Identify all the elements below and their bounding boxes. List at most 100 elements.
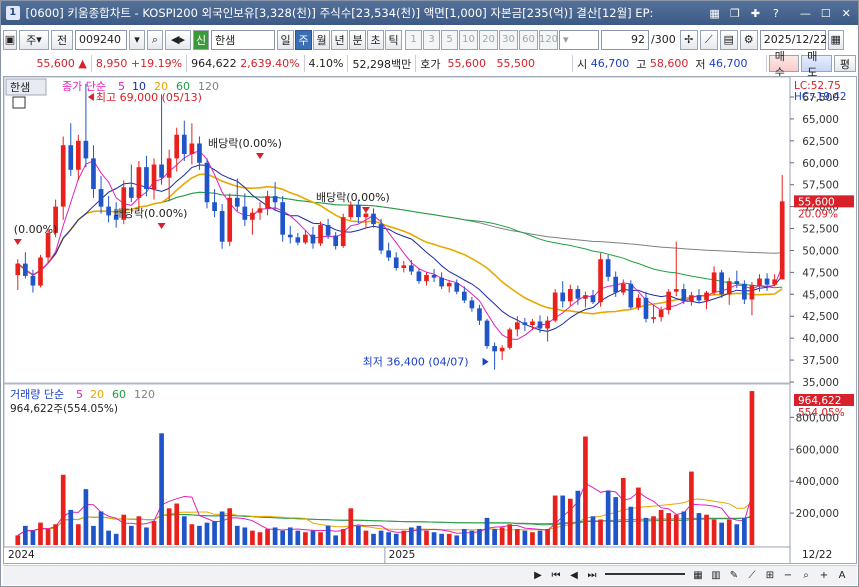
interval-button-3[interactable]: 3 (423, 29, 440, 50)
sell-button[interactable]: 매도 (801, 50, 832, 79)
interval-button-30[interactable]: 30 (499, 29, 518, 50)
trend-line-icon[interactable]: ⟋ (699, 29, 718, 50)
layout-icon[interactable]: ▣ (3, 29, 17, 50)
candle-body (742, 283, 747, 300)
prev-button[interactable]: 전 (51, 29, 73, 50)
period-tab-4[interactable]: 분 (349, 29, 366, 50)
scroll-right-icon[interactable]: ▶ (531, 569, 545, 583)
font-size-icon[interactable]: A (835, 569, 849, 583)
calendar-icon[interactable]: ▦ (827, 29, 844, 50)
stock-name-field[interactable]: 한샘 (211, 29, 275, 50)
eval-button[interactable]: 평 (833, 55, 856, 72)
volume-bar (242, 527, 248, 545)
candle-body (144, 167, 149, 190)
ask-price: 55,600 (447, 57, 486, 70)
zoom-out-icon[interactable]: − (781, 569, 795, 583)
volume-bar (212, 521, 217, 545)
window-list-icon[interactable]: ▦ (707, 5, 722, 21)
candle-body (181, 134, 187, 154)
interval-custom-select[interactable]: ▾ (559, 29, 599, 50)
layout-grid-icon[interactable]: ▦ (691, 569, 705, 583)
candle-body (666, 291, 672, 311)
close-icon[interactable]: ✕ (839, 5, 854, 21)
pin-icon[interactable]: ✚ (748, 5, 763, 21)
help-icon[interactable]: ? (768, 5, 783, 21)
volume-pct: 2,639.40% (240, 57, 300, 70)
interval-button-60[interactable]: 60 (519, 29, 538, 50)
candle-body (257, 208, 263, 213)
scroll-track[interactable] (605, 572, 685, 579)
scroll-first-icon[interactable]: ⏮ (549, 569, 563, 583)
candle-body (189, 143, 195, 154)
maximize-icon[interactable]: ☐ (818, 5, 833, 21)
candle-body (333, 235, 339, 247)
crosshair-icon[interactable]: ✢ (679, 29, 698, 50)
candle-body (772, 279, 777, 285)
search-icon[interactable]: ⌕ (147, 29, 163, 50)
stock-type-select[interactable]: 주 ▾ (19, 29, 49, 50)
volume-bar (643, 517, 649, 545)
period-tabs: 일주월년분초틱 (277, 29, 403, 50)
scroll-last-icon[interactable]: ⏭ (585, 569, 599, 583)
candle-body (545, 320, 550, 329)
scroll-prev-icon[interactable]: ◀ (567, 569, 581, 583)
price-tick-label: 42,500 (802, 311, 839, 323)
restore-icon[interactable]: ❐ (727, 5, 742, 21)
volume-bar (393, 533, 399, 545)
last-volume-label: 964,622 (798, 395, 841, 407)
volume-bar (431, 532, 437, 545)
volume-bar (719, 522, 725, 545)
period-tab-5[interactable]: 초 (367, 29, 384, 50)
draw-icon[interactable]: ⟋ (745, 569, 759, 583)
interval-button-20[interactable]: 20 (479, 29, 498, 50)
app-icon: 1 (6, 6, 20, 20)
layout-split-icon[interactable]: ▥ (709, 569, 723, 583)
volume-bar (166, 508, 172, 545)
date-input[interactable]: 2025/12/22 (759, 29, 827, 50)
display-count-input[interactable]: 92 (601, 29, 649, 50)
volume-bar (348, 508, 354, 545)
period-tab-0[interactable]: 일 (277, 29, 294, 50)
volume-bar (68, 509, 74, 545)
candle-body (757, 278, 762, 286)
stock-tab-label: 한샘 (10, 81, 30, 94)
tools-icon[interactable]: ✎ (727, 569, 741, 583)
candle-body (98, 189, 104, 207)
period-tab-1[interactable]: 주 (295, 29, 312, 50)
volume-bar (613, 497, 619, 545)
candle-body (310, 234, 316, 244)
turnover-rate: 4.10% (305, 55, 349, 72)
volume-bar (121, 514, 127, 545)
period-tab-6[interactable]: 틱 (385, 29, 402, 50)
candle-body (499, 347, 505, 352)
x-axis-end-label: 12/22 (802, 549, 832, 561)
zoom-icon[interactable]: ⌕ (799, 569, 813, 583)
zoom-in-icon[interactable]: + (817, 569, 831, 583)
candle-body (212, 202, 217, 211)
ruler-icon[interactable]: ⊞ (763, 569, 777, 583)
save-icon[interactable]: ▤ (719, 29, 738, 50)
code-dropdown-icon[interactable]: ▾ (129, 29, 145, 50)
last-price-label: 55,600 (798, 196, 835, 208)
chart-area[interactable]: 67,500 65,000 62,500 60,000 57,500 55,000 52,5… (3, 76, 857, 564)
volume-bar (439, 533, 444, 545)
stock-code-input[interactable]: 009240 (75, 29, 127, 50)
buy-button[interactable]: 매수 (768, 50, 800, 79)
volume-bar (91, 525, 96, 545)
interval-button-5[interactable]: 5 (441, 29, 458, 50)
period-tab-3[interactable]: 년 (331, 29, 348, 50)
interval-button-1[interactable]: 1 (405, 29, 422, 50)
low-value: 46,700 (708, 57, 748, 70)
minimize-icon[interactable]: — (798, 5, 813, 21)
volume-legend-label: 거래량 단순 (10, 388, 64, 401)
volume-bar (340, 529, 346, 545)
x-axis-label-2025: 2025 (389, 549, 416, 561)
sound-icon[interactable]: ◀▸ (165, 29, 191, 50)
stock-chart[interactable]: 67,50065,00062,50060,00057,50055,00052,5… (3, 76, 856, 563)
interval-button-120[interactable]: 120 (539, 29, 558, 50)
period-tab-2[interactable]: 월 (313, 29, 330, 50)
price-tick-label: 62,500 (802, 136, 839, 148)
interval-button-10[interactable]: 10 (459, 29, 478, 50)
settings-icon[interactable]: ⚙ (739, 29, 758, 50)
dividend-annotation: 배당락(0.00%) (114, 207, 188, 220)
